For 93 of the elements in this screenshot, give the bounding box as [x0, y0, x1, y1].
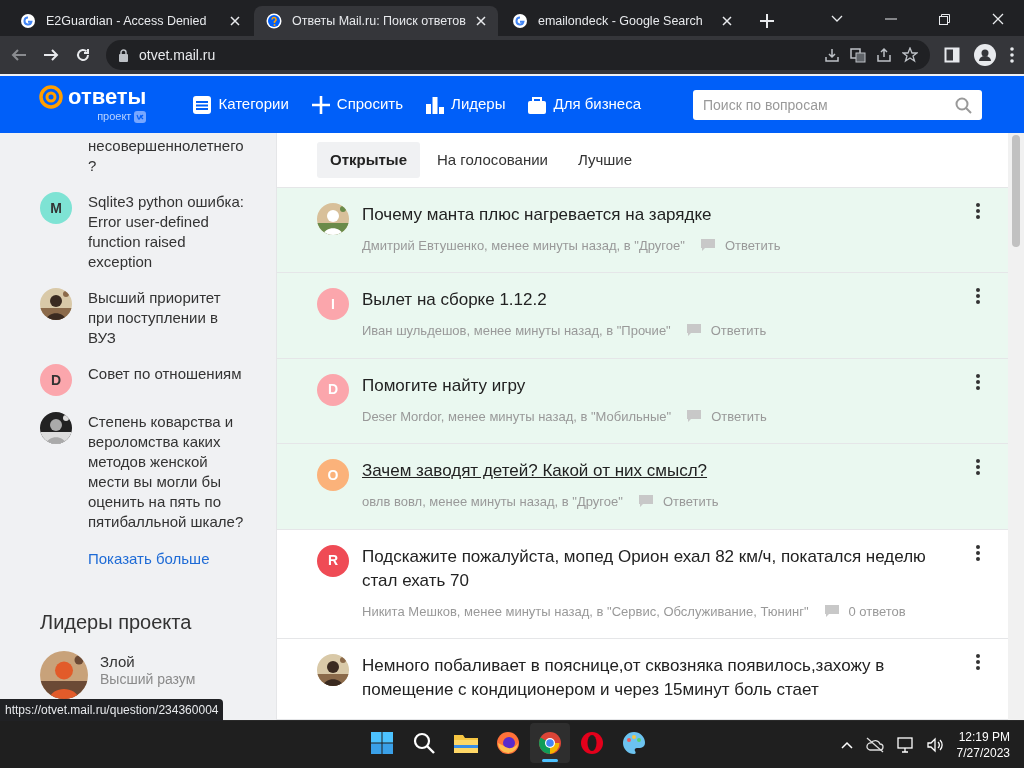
avatar: R — [317, 544, 349, 577]
nav-link[interactable]: Для бизнеса — [527, 93, 641, 116]
taskbar-button[interactable] — [530, 723, 570, 763]
question-icon — [266, 13, 282, 29]
show-more-link[interactable]: Показать больше — [88, 548, 266, 571]
avatar: I — [317, 288, 349, 320]
sidebar-question-link[interactable]: Высший приоритет при поступлении в ВУЗ — [88, 288, 248, 348]
close-icon[interactable] — [722, 16, 732, 26]
logo-subtitle: проект — [97, 109, 132, 125]
google-icon — [512, 13, 528, 29]
google-icon — [20, 13, 36, 29]
nav-link[interactable]: Лидеры — [425, 93, 506, 116]
question-title-link[interactable]: Немного побаливает в пояснице,от сквозняка появилось,захожу в помещение с кондиционером и через 15минут боль стает — [362, 654, 963, 702]
section-title: Лидеры проекта — [40, 609, 193, 635]
status-url: https://otvet.mail.ru/question/234360004 — [0, 699, 224, 721]
plus-icon — [310, 94, 331, 115]
avatar: M — [40, 192, 72, 224]
sidebar-question-link[interactable]: Совет по отношениям — [88, 364, 248, 396]
avatar: D — [40, 364, 72, 396]
nav-link[interactable]: Спросить — [310, 93, 404, 116]
address-bar[interactable]: otvet.mail.ru — [106, 40, 930, 70]
nav-link[interactable]: Категории — [192, 93, 289, 116]
browser-tab[interactable]: emailondeck - Google Search — [500, 6, 744, 36]
question-title-link[interactable]: Вылет на сборке 1.12.2 — [362, 288, 963, 312]
chevron-up-icon[interactable] — [840, 740, 853, 749]
url-text: otvet.mail.ru — [139, 45, 216, 65]
browser-tab[interactable]: Ответы Mail.ru: Поиск ответов — [254, 6, 498, 36]
close-icon[interactable] — [992, 13, 1004, 25]
restore-icon[interactable] — [939, 13, 950, 25]
search-icon[interactable] — [412, 731, 436, 755]
reload-icon[interactable] — [74, 46, 92, 64]
question-meta: Никита Мешков, менее минуты назад, в "Сервис, Обслуживание, Тюнинг" — [362, 602, 809, 621]
more-options-icon[interactable] — [976, 654, 980, 670]
question-title-link[interactable]: Подскажите пожалуйста, мопед Орион ехал 82 км/ч, покатался неделю стал ехать 70 — [362, 544, 963, 593]
more-options-icon[interactable] — [976, 373, 980, 390]
question-meta: Дмитрий Евтушенко, менее минуты назад, в "Другое" — [362, 236, 685, 255]
comment-icon — [700, 238, 715, 252]
profile-icon[interactable] — [974, 44, 996, 66]
sidebar-question-link[interactable]: несовершеннолетнего ? — [88, 136, 248, 176]
cloud-off-icon[interactable] — [864, 736, 885, 753]
palette-icon[interactable] — [622, 731, 646, 755]
question-title-link[interactable]: Помогите найту игру — [362, 373, 963, 398]
question-meta: Иван шульдешов, менее минуты назад, в "Прочие" — [362, 322, 671, 340]
translate-icon[interactable] — [850, 47, 866, 63]
search-icon — [955, 96, 972, 114]
more-options-icon[interactable] — [976, 544, 980, 561]
chrome-icon[interactable] — [538, 731, 562, 755]
logo-text: ответы — [68, 86, 147, 109]
filter-tab[interactable]: Открытые — [317, 141, 420, 178]
more-options-icon[interactable] — [976, 288, 980, 304]
question-meta: Deser Mordor, менее минуты назад, в "Мобильные" — [362, 407, 672, 426]
close-icon[interactable] — [230, 16, 240, 26]
star-icon[interactable] — [902, 47, 918, 63]
comment-icon — [686, 324, 701, 338]
opera-icon[interactable] — [580, 731, 604, 755]
more-options-icon[interactable] — [976, 202, 980, 219]
avatar: O — [317, 459, 349, 491]
bag-icon — [527, 94, 548, 115]
browser-tab[interactable]: E2Guardian - Access Denied — [8, 6, 252, 36]
question-meta: овлв вовл, менее минуты назад, в "Другое" — [362, 493, 623, 511]
clock-time[interactable]: 12:19 PM — [958, 728, 1010, 745]
more-options-icon[interactable] — [976, 459, 980, 475]
windows-icon[interactable] — [370, 731, 394, 755]
chevron-down-icon[interactable] — [831, 15, 843, 23]
sidebar-question-link[interactable]: Степень коварства и вероломства каких методов женской мести вы могли бы оценить на пять по пятибалльной шкале? — [88, 412, 248, 532]
avatar: D — [317, 373, 349, 406]
question-title-link[interactable]: Почему манта плюс нагревается на зарядке — [362, 202, 963, 227]
comment-icon — [638, 495, 653, 509]
lock-icon — [118, 48, 129, 62]
comment-icon — [824, 604, 839, 618]
clock-date[interactable]: 7/27/2023 — [956, 744, 1010, 761]
install-icon[interactable] — [824, 47, 840, 63]
side-panel-icon[interactable] — [944, 47, 960, 63]
firefox-icon[interactable] — [496, 731, 520, 755]
menu-icon[interactable] — [1010, 47, 1014, 63]
vk-icon — [134, 110, 147, 123]
list-icon — [192, 94, 213, 115]
new-tab-icon[interactable] — [760, 14, 774, 28]
share-icon[interactable] — [876, 47, 892, 63]
leader-name[interactable]: Злой — [100, 652, 196, 671]
search-field[interactable]: Поиск по вопросам — [693, 89, 982, 120]
comment-icon — [687, 409, 702, 423]
filter-tab[interactable]: Лучшие — [564, 141, 646, 178]
network-icon[interactable] — [896, 736, 915, 753]
question-title-link[interactable]: Зачем заводят детей? Какой от них смысл? — [362, 459, 963, 483]
scrollbar[interactable] — [1008, 133, 1024, 720]
at-logo-icon — [38, 84, 64, 111]
filter-tab[interactable]: На голосовании — [424, 141, 561, 178]
bar-chart-icon — [425, 94, 446, 115]
volume-icon[interactable] — [926, 736, 945, 753]
leader-rank: Высший разум — [100, 670, 196, 687]
close-icon[interactable] — [476, 16, 486, 26]
sidebar-question-link[interactable]: Sqlite3 python ошибка: Error user-defined function raised exception — [88, 192, 248, 272]
